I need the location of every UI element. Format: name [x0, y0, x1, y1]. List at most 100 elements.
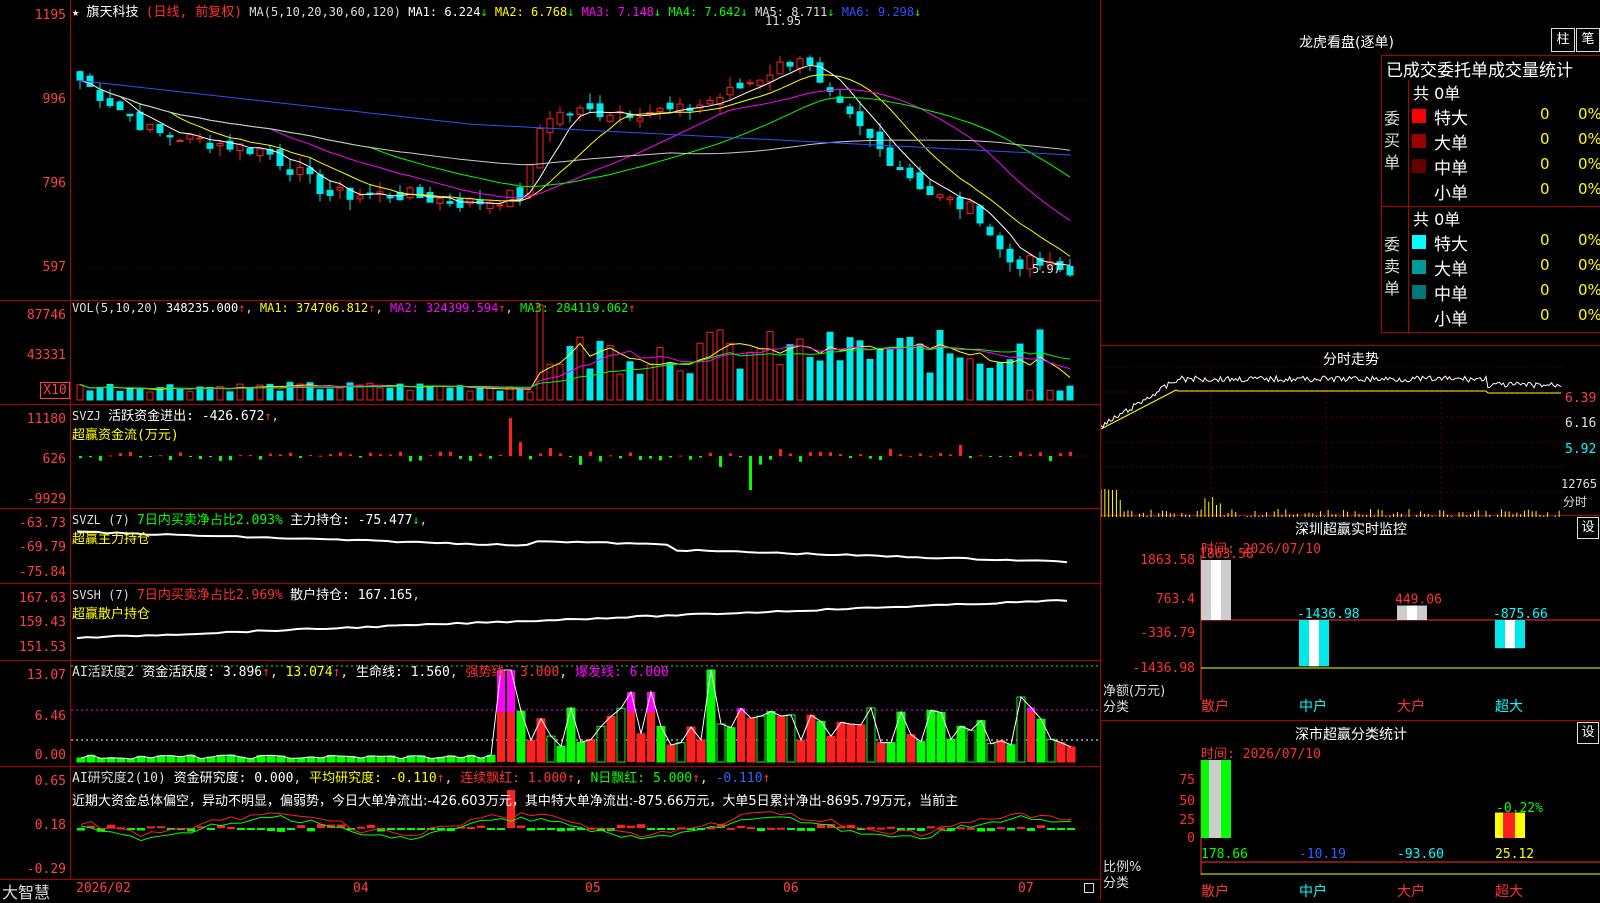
volume-axis-label: 87746: [26, 308, 66, 323]
svzl-position: 主力持仓: -75.477: [290, 513, 413, 528]
ai-research-nred: N日飘红: 5.000: [590, 771, 693, 786]
flow-bar: [609, 455, 612, 457]
candle: [806, 57, 814, 66]
volume-bar: [876, 349, 884, 401]
order-percent: 0%: [1578, 256, 1600, 274]
chart-mode[interactable]: (日线, 前复权): [146, 5, 242, 20]
flow-bar: [909, 455, 912, 457]
volume-bar: [86, 390, 94, 401]
volume-bar: [136, 388, 144, 401]
activity-bar: [627, 712, 635, 762]
research-red-line: [80, 811, 1072, 838]
intraday-axis-label: 6.16: [1565, 416, 1597, 431]
volume-bar: [1046, 389, 1054, 401]
candle: [286, 169, 294, 175]
volume-bar: [146, 391, 154, 401]
candle: [476, 199, 484, 205]
price-axis: 1195 996 796 597: [0, 0, 71, 300]
activity-bar: [996, 740, 1006, 763]
candle: [856, 111, 864, 127]
price-pane[interactable]: 1195 996 796 597 ★ 旗天科技 (日线, 前复权) MA(5,1…: [0, 0, 1100, 301]
lock-icon[interactable]: [1084, 883, 1094, 893]
tick-mode-button[interactable]: 笔: [1576, 28, 1600, 52]
candle: [356, 195, 364, 200]
classify-bar-value: 178.66: [1201, 847, 1248, 862]
activity-bar: [986, 743, 996, 763]
volume-bar: [736, 368, 744, 401]
volume-ma1: MA1: 374706.812: [259, 301, 369, 315]
classify-axis-label: 50: [1179, 794, 1195, 809]
svzl-pane[interactable]: -63.73 -69.79 -75.84 SVZL (7) 7日内买卖净占比2.…: [0, 508, 1100, 584]
svzl-header: SVZL (7) 7日内买卖净占比2.093% 主力持仓: -75.477↓, …: [72, 513, 427, 547]
svsh-pane[interactable]: 167.63 159.43 151.53 SVSH (7) 7日内买卖净占比2.…: [0, 583, 1100, 661]
flow-bar: [119, 453, 122, 456]
ai-activity-pane[interactable]: 13.07 6.46 0.00 AI活跃度2 资金活跃度: 3.896↑, 13…: [0, 660, 1100, 767]
ma4-line: [79, 79, 1071, 188]
flow-bar: [709, 452, 712, 456]
activity-bar: [507, 712, 515, 762]
research-bar: [767, 827, 775, 830]
flow-bar: [999, 456, 1002, 457]
research-bar: [987, 828, 995, 832]
intraday-panel[interactable]: 分时走势 6.39 6.16 5.92 12765 分时: [1100, 345, 1600, 517]
activity-bar: [906, 734, 916, 763]
volume-pane[interactable]: 87746 43331 X10 VOL(5,10,20) 348235.000↑…: [0, 300, 1100, 405]
volume-bar: [496, 390, 504, 401]
favorite-star-icon[interactable]: ★: [72, 5, 79, 19]
candle: [256, 148, 264, 157]
ai-research-axis: 0.65 0.18 -0.29: [0, 766, 71, 879]
ai-research-pane[interactable]: 0.65 0.18 -0.29 AI研究度2(10) 资金研究度: 0.000,…: [0, 766, 1100, 880]
volume-bar: [466, 390, 474, 401]
monitor-panel[interactable]: 深圳超赢实时监控 设 时间: 2026/07/10 1863.58 763.4 -3…: [1100, 515, 1600, 721]
flow-bar: [469, 456, 472, 461]
candle: [1016, 259, 1024, 269]
flow-bar: [759, 456, 762, 465]
candle: [446, 201, 454, 204]
volume-bar: [656, 347, 664, 401]
candle: [746, 82, 754, 85]
monitor-bar-highlight: [1407, 605, 1417, 620]
monitor-bar-highlight: [1309, 620, 1319, 667]
volume-bar: [956, 357, 964, 401]
research-bar: [387, 828, 395, 830]
price-plot[interactable]: [71, 0, 1100, 300]
activity-bar: [336, 755, 346, 763]
flow-bar: [1069, 451, 1072, 456]
volume-bar: [1006, 359, 1014, 401]
research-bar: [407, 828, 415, 830]
candle: [126, 113, 134, 117]
flow-bar: [739, 456, 742, 458]
flow-bar: [109, 455, 112, 457]
svsh-position: 散户持仓: 167.165: [290, 588, 413, 603]
candle: [216, 142, 224, 147]
volume-bar: [796, 338, 804, 401]
volume-bar: [726, 342, 734, 401]
research-bar: [527, 828, 535, 831]
ma-value-1: MA1: 6.224: [408, 5, 481, 19]
flow-bar: [949, 454, 952, 456]
research-bar: [207, 828, 215, 830]
price-axis-label: 1195: [34, 8, 66, 23]
order-color-swatch: [1412, 159, 1426, 173]
flow-bar: [349, 454, 352, 456]
intraday-volume-axis: 12765: [1561, 477, 1598, 491]
monitor-bar-highlight: [1505, 620, 1515, 649]
volume-bar: [686, 373, 694, 401]
activity-bar: [1016, 696, 1026, 763]
flow-bar: [459, 456, 462, 459]
dragon-panel: 龙虎看盘(逐单) 柱 笔 已成交委托单成交量统计 委买单共 0单 特大 0 0% 大单 0…: [1100, 0, 1600, 346]
svzj-pane[interactable]: 11180 626 -9929 SVZJ 活跃资金进出: -426.672↑, …: [0, 404, 1100, 509]
volume-value: 348235.000: [165, 301, 239, 315]
activity-bar: [966, 729, 976, 763]
volume-plot[interactable]: [71, 300, 1100, 404]
candle: [736, 82, 744, 89]
bar-mode-button[interactable]: 柱: [1551, 28, 1575, 52]
flow-bar: [249, 454, 252, 456]
activity-bar: [846, 723, 856, 763]
classify-panel[interactable]: 深市超赢分类统计 设 时间: 2026/07/10 75 50 25 0 178.66 散…: [1100, 720, 1600, 900]
order-row: 大单 0 0%: [1412, 129, 1600, 154]
flow-bar: [849, 456, 852, 459]
candle: [326, 189, 334, 196]
svzl-label: SVZL (7): [72, 513, 130, 527]
order-type: 特大: [1434, 235, 1468, 255]
